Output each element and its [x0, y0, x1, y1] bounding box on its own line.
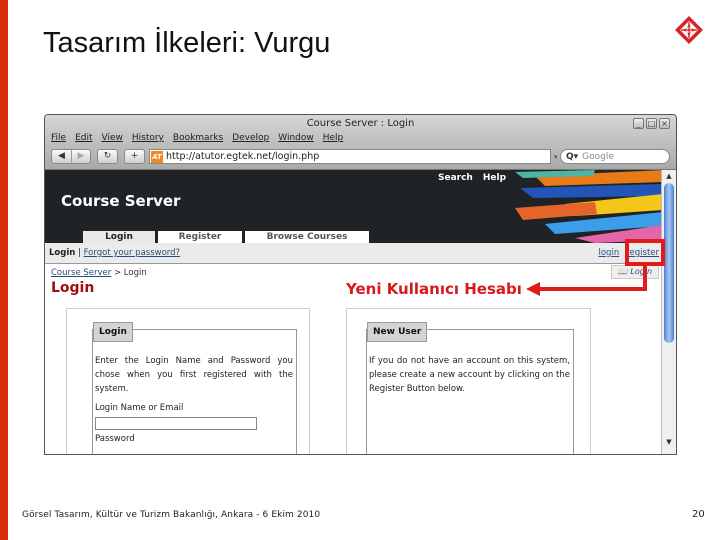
login-fieldset: Login Enter the Login Name and Password … — [92, 322, 297, 454]
page-heading: Login — [51, 280, 95, 296]
back-forward-group: ◀ ▶ — [51, 149, 91, 164]
site-favicon: AT — [151, 150, 163, 163]
new-user-column: New User If you do not have an account o… — [346, 308, 591, 454]
new-user-instructions: If you do not have an account on this sy… — [369, 356, 570, 394]
close-button[interactable]: × — [659, 118, 670, 129]
browser-chrome: Course Server : Login _ □ × File Edit Vi… — [45, 115, 676, 170]
book-icon: 📖 — [617, 267, 628, 276]
vertical-scrollbar[interactable]: ▲ ▼ — [661, 170, 676, 454]
highlight-box — [625, 239, 665, 266]
menu-bookmarks[interactable]: Bookmarks — [173, 133, 223, 143]
minimize-button[interactable]: _ — [633, 118, 644, 129]
forgot-password-link[interactable]: Forgot your password? — [84, 248, 180, 258]
annotation-connector-horizontal — [538, 287, 647, 291]
new-user-legend: New User — [367, 322, 428, 342]
search-icon: Q▾ — [566, 151, 579, 162]
tab-register[interactable]: Register — [158, 231, 242, 243]
subnav-separator: | — [78, 248, 81, 258]
mini-login-label: Login — [630, 267, 653, 276]
web-page: Course Server Search Help Login Register… — [45, 170, 663, 454]
username-label: Login Name or Email — [95, 403, 184, 413]
scroll-up-icon[interactable]: ▲ — [662, 170, 676, 182]
sub-navigation: Login | Forgot your password? login regi… — [45, 243, 663, 264]
menu-window[interactable]: Window — [278, 133, 314, 143]
username-input[interactable] — [95, 417, 257, 430]
menu-history[interactable]: History — [132, 133, 164, 143]
menu-file[interactable]: File — [51, 133, 66, 143]
window-controls: _ □ × — [633, 118, 670, 129]
slide-accent-bar — [0, 0, 8, 540]
site-tabs: Login Register Browse Courses — [83, 231, 369, 243]
tab-browse-courses[interactable]: Browse Courses — [245, 231, 369, 243]
scrollbar-thumb[interactable] — [664, 183, 674, 343]
search-link[interactable]: Search — [438, 173, 473, 183]
breadcrumb-root[interactable]: Course Server — [51, 268, 111, 278]
menu-view[interactable]: View — [102, 133, 123, 143]
menu-edit[interactable]: Edit — [75, 133, 92, 143]
menu-help[interactable]: Help — [323, 133, 344, 143]
tab-login[interactable]: Login — [83, 231, 155, 243]
address-bar[interactable]: AT http://atutor.egtek.net/login.php — [149, 149, 551, 164]
breadcrumb: Course Server > Login — [51, 268, 147, 278]
slide-footer: Görsel Tasarım, Kültür ve Turizm Bakanlı… — [22, 510, 321, 520]
scroll-down-icon[interactable]: ▼ — [662, 436, 676, 448]
window-title: Course Server : Login — [306, 118, 415, 129]
nav-toolbar: ◀ ▶ ↻ + — [51, 149, 145, 164]
annotation-label: Yeni Kullanıcı Hesabı — [346, 280, 522, 298]
new-tab-group: + — [124, 149, 145, 164]
compass-star-icon — [675, 16, 703, 44]
login-column: Login Enter the Login Name and Password … — [66, 308, 310, 454]
subnav-current: Login — [49, 248, 76, 258]
search-input[interactable]: Q▾ Google — [560, 149, 670, 164]
breadcrumb-separator: > — [113, 268, 122, 278]
password-label: Password — [95, 434, 135, 444]
reload-button[interactable]: ↻ — [98, 150, 117, 163]
new-tab-button[interactable]: + — [125, 150, 144, 163]
maximize-button[interactable]: □ — [646, 118, 657, 129]
url-dropdown-icon[interactable]: ▾ — [554, 153, 558, 161]
mini-login-button[interactable]: 📖 Login — [611, 265, 659, 279]
pencils-image — [515, 170, 663, 243]
login-legend: Login — [93, 322, 133, 342]
slide-title: Tasarım İlkeleri: Vurgu — [43, 27, 331, 59]
breadcrumb-current: Login — [123, 268, 147, 278]
menu-develop[interactable]: Develop — [232, 133, 269, 143]
search-placeholder: Google — [582, 151, 614, 162]
forward-button[interactable]: ▶ — [71, 150, 90, 163]
page-number: 20 — [692, 509, 705, 520]
login-link[interactable]: login — [599, 248, 620, 258]
reload-group: ↻ — [97, 149, 118, 164]
url-text: http://atutor.egtek.net/login.php — [166, 151, 320, 162]
login-instructions: Enter the Login Name and Password you ch… — [95, 356, 293, 394]
site-name: Course Server — [61, 192, 181, 210]
new-user-fieldset: New User If you do not have an account o… — [366, 322, 574, 454]
menu-bar: File Edit View History Bookmarks Develop… — [51, 133, 343, 143]
back-button[interactable]: ◀ — [52, 150, 71, 163]
arrow-left-icon — [526, 282, 540, 296]
